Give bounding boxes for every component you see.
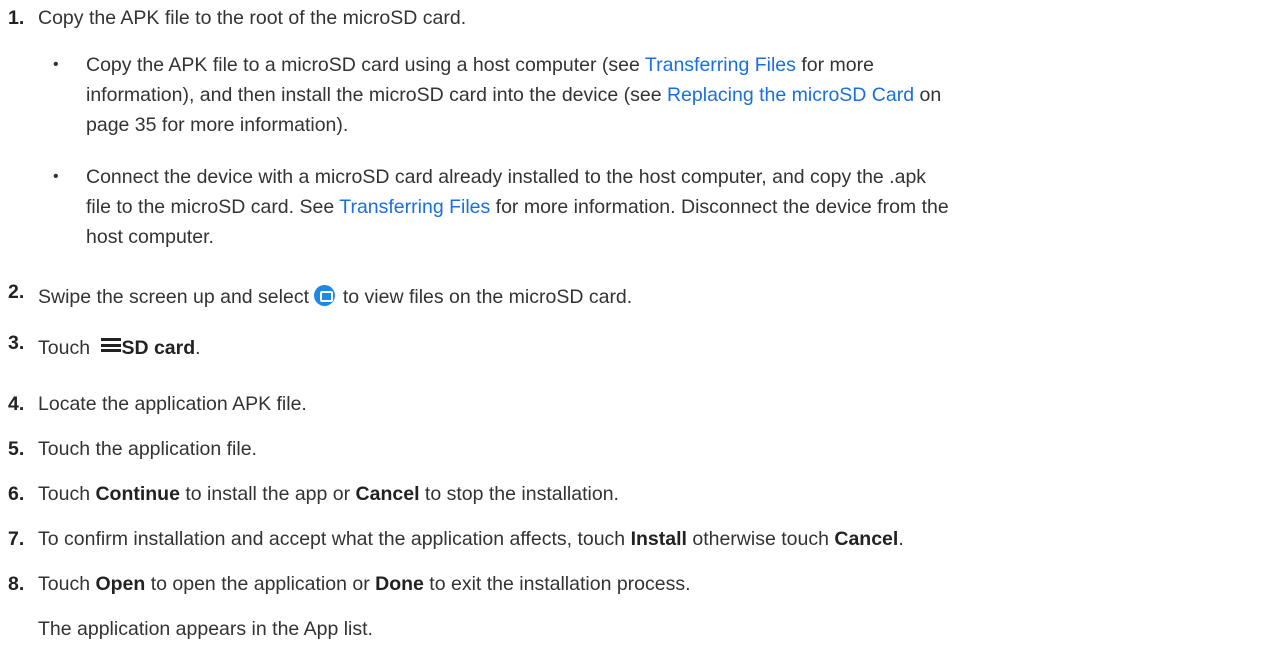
text: Swipe the screen up and select [38,286,315,308]
open-label: Open [95,573,146,595]
transferring-files-link[interactable]: Transferring Files [645,54,796,76]
step-number: 2. [8,281,25,303]
step-6: 6. Touch Continue to install the app or C… [8,479,1256,509]
text: information), and then install the micro… [86,84,667,106]
bullet-item-2: • Connect the device with a microSD card… [53,162,1248,252]
text: to view files on the microSD card. [337,286,633,308]
step-number: 6. [8,483,25,505]
text: . [195,337,201,359]
text: for more information. Disconnect the dev… [490,196,949,218]
sd-card-label: SD card [121,337,196,359]
bullet-line-3: host computer. [86,226,214,248]
bullet-item-1: • Copy the APK file to a microSD card us… [53,50,1248,140]
text: Touch [38,573,96,595]
text: on [914,84,942,106]
hamburger-menu-icon [101,338,122,352]
bullet-line-1: Connect the device with a microSD card a… [86,166,927,188]
text: to stop the installation. [419,483,619,505]
step-number: 8. [8,573,25,595]
step-5: 5. Touch the application file. [8,434,1256,464]
bullet-dot: • [53,56,59,73]
cancel-label: Cancel [355,483,420,505]
install-label: Install [630,528,687,550]
step-8: 8. Touch Open to open the application or … [8,569,1256,599]
result-text: The application appears in the App list. [38,618,373,640]
text: Copy the APK file to a microSD card usin… [86,54,645,76]
bullet-line-2: file to the microSD card. See Transferri… [86,192,1248,222]
text: otherwise touch [686,528,835,550]
step-4: 4. Locate the application APK file. [8,389,1256,419]
text: to exit the installation process. [423,573,691,595]
done-label: Done [375,573,424,595]
bullet-line-3: page 35 for more information). [86,114,349,136]
bullet-line-2: information), and then install the micro… [86,80,1248,110]
continue-label: Continue [95,483,180,505]
bullet-dot: • [53,168,59,185]
text: Touch [38,483,96,505]
step-text: Copy the APK file to the root of the mic… [38,7,467,29]
step-number: 1. [8,7,25,29]
text: To confirm installation and accept what … [38,528,631,550]
text: file to the microSD card. See [86,196,340,218]
bullet-line-1: Copy the APK file to a microSD card usin… [86,50,1248,80]
step-3: 3. Touch SD card. [8,332,1256,363]
step-2: 2. Swipe the screen up and select to view… [8,281,1256,312]
text: for more [795,54,874,76]
step-text: Touch the application file. [38,438,257,460]
text: . [898,528,904,550]
cancel-label: Cancel [834,528,899,550]
replacing-microsd-card-link[interactable]: Replacing the microSD Card [667,84,914,106]
text: to open the application or [145,573,376,595]
step-number: 5. [8,438,25,460]
step-number: 4. [8,393,25,415]
text: Touch [38,337,96,359]
text: to install the app or [179,483,356,505]
step-1: 1. Copy the APK file to the root of the m… [8,3,1256,33]
step-number: 3. [8,332,25,354]
document: 1. Copy the APK file to the root of the m… [0,0,1266,652]
step-number: 7. [8,528,25,550]
step-7: 7. To confirm installation and accept wha… [8,524,1256,554]
step-text: Locate the application APK file. [38,393,307,415]
files-app-icon [314,285,336,306]
transferring-files-link[interactable]: Transferring Files [339,196,490,218]
